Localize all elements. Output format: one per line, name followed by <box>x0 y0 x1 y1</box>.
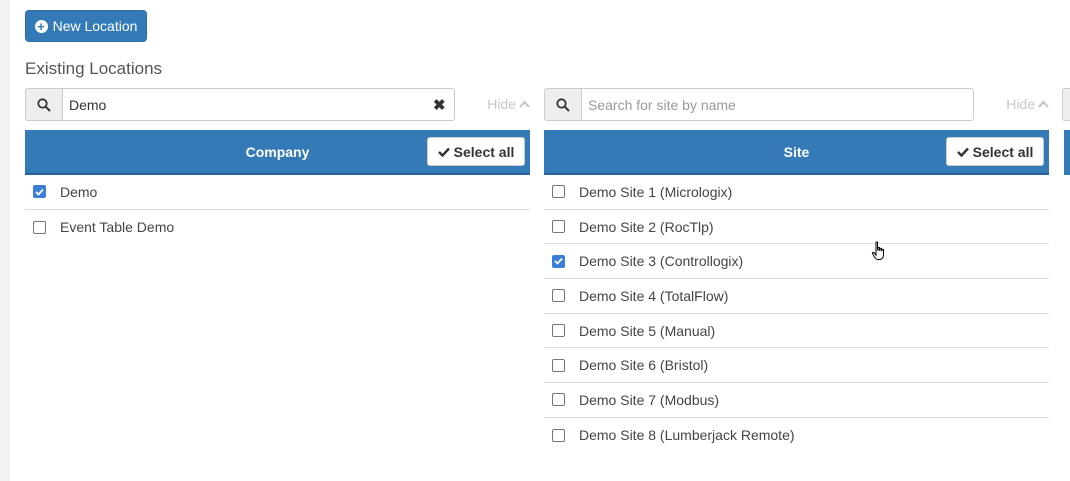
list-item[interactable]: Demo Site 8 (Lumberjack Remote) <box>544 418 1049 453</box>
select-all-label: Select all <box>453 143 515 160</box>
list-item[interactable]: Demo Site 5 (Manual) <box>544 314 1049 349</box>
next-panel-search-addon <box>1062 88 1070 121</box>
list-item[interactable]: Demo Site 4 (TotalFlow) <box>544 279 1049 314</box>
checkbox[interactable] <box>552 428 565 442</box>
section-title: Existing Locations <box>25 59 163 78</box>
hand-pointer-icon <box>871 241 884 260</box>
close-icon[interactable]: ✖ <box>433 96 446 114</box>
list-item[interactable]: Demo Site 2 (RocTlp) <box>544 210 1049 245</box>
company-list: Demo Event Table Demo <box>25 175 530 244</box>
checkbox[interactable] <box>552 254 565 268</box>
hide-label: Hide <box>487 96 516 112</box>
check-icon <box>437 147 450 157</box>
company-panel: ✖ Hide Company Select all Demo Event Tabl… <box>25 88 530 244</box>
list-item-label: Demo Site 1 (Micrologix) <box>579 183 733 200</box>
list-item[interactable]: Demo Site 1 (Micrologix) <box>544 175 1049 210</box>
list-item[interactable]: Demo Site 3 (Controllogix) <box>544 244 1049 280</box>
next-panel-header <box>1064 130 1070 175</box>
list-item-label: Demo Site 5 (Manual) <box>579 322 716 339</box>
site-search-input[interactable] <box>581 88 974 121</box>
checkbox[interactable] <box>552 393 565 407</box>
site-select-all-button[interactable]: Select all <box>946 137 1044 166</box>
chevron-up-icon <box>1038 100 1049 108</box>
list-item-label: Demo Site 2 (RocTlp) <box>579 218 714 235</box>
list-item-label: Demo Site 7 (Modbus) <box>579 391 720 408</box>
check-icon <box>956 147 969 157</box>
search-icon <box>25 88 62 121</box>
checkbox[interactable] <box>33 185 46 199</box>
company-select-all-button[interactable]: Select all <box>427 137 525 166</box>
company-search-row: ✖ Hide <box>25 88 530 121</box>
site-hide-link[interactable]: Hide <box>1006 96 1049 112</box>
new-location-label: New Location <box>52 18 138 34</box>
site-panel: Hide Site Select all Demo Site 1 (Microl… <box>544 88 1049 453</box>
checkbox[interactable] <box>33 220 46 234</box>
list-item-label: Demo <box>60 183 98 200</box>
new-location-button[interactable]: + New Location <box>25 10 147 42</box>
company-search-input[interactable] <box>62 88 455 121</box>
list-item-label: Demo Site 3 (Controllogix) <box>579 253 744 270</box>
left-gutter <box>0 0 10 481</box>
checkbox[interactable] <box>552 358 565 372</box>
plus-circle-icon: + <box>34 19 48 33</box>
list-item-label: Demo Site 4 (TotalFlow) <box>579 287 729 304</box>
checkbox[interactable] <box>552 185 565 199</box>
checkbox[interactable] <box>552 220 565 234</box>
company-hide-link[interactable]: Hide <box>487 96 530 112</box>
search-icon <box>544 88 581 121</box>
list-item-label: Event Table Demo <box>60 219 175 236</box>
site-header: Site Select all <box>544 130 1049 175</box>
list-item[interactable]: Demo Site 7 (Modbus) <box>544 383 1049 418</box>
list-item-label: Demo Site 8 (Lumberjack Remote) <box>579 427 795 444</box>
select-all-label: Select all <box>972 143 1034 160</box>
checkbox[interactable] <box>552 324 565 338</box>
company-header: Company Select all <box>25 130 530 175</box>
site-list: Demo Site 1 (Micrologix) Demo Site 2 (Roc… <box>544 175 1049 453</box>
list-item[interactable]: Event Table Demo <box>25 210 530 245</box>
list-item[interactable]: Demo Site 6 (Bristol) <box>544 348 1049 384</box>
checkbox[interactable] <box>552 289 565 303</box>
list-item-label: Demo Site 6 (Bristol) <box>579 357 709 374</box>
hide-label: Hide <box>1006 96 1035 112</box>
company-header-label: Company <box>245 143 310 160</box>
site-header-label: Site <box>783 143 810 160</box>
site-search-row: Hide <box>544 88 1049 121</box>
chevron-up-icon <box>519 100 530 108</box>
list-item[interactable]: Demo <box>25 175 530 210</box>
